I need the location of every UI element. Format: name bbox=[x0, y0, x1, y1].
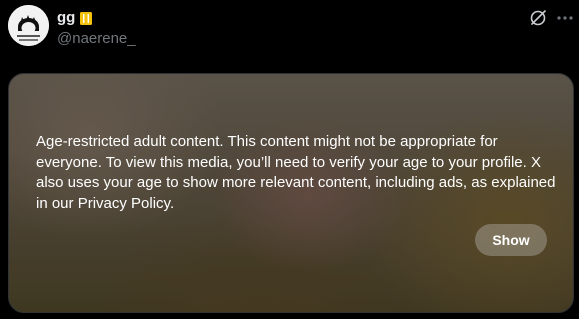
verified-badge-icon bbox=[79, 11, 93, 26]
privacy-policy-link[interactable]: Privacy Policy bbox=[78, 195, 170, 212]
avatar[interactable] bbox=[8, 5, 49, 46]
sensitive-media: Age-restricted adult content. This conte… bbox=[8, 73, 574, 313]
post-container: gg @naerene_ Age-restricted adult conten… bbox=[0, 0, 579, 319]
warning-end: . bbox=[169, 194, 175, 212]
more-icon[interactable] bbox=[555, 9, 575, 27]
age-restriction-warning: Age-restricted adult content. This conte… bbox=[36, 132, 556, 214]
author-row: gg bbox=[57, 9, 93, 27]
author-display-name[interactable]: gg bbox=[57, 9, 75, 27]
show-button[interactable]: Show bbox=[475, 224, 547, 256]
author-handle[interactable]: @naerene_ bbox=[57, 30, 136, 48]
grok-icon[interactable] bbox=[529, 9, 547, 27]
